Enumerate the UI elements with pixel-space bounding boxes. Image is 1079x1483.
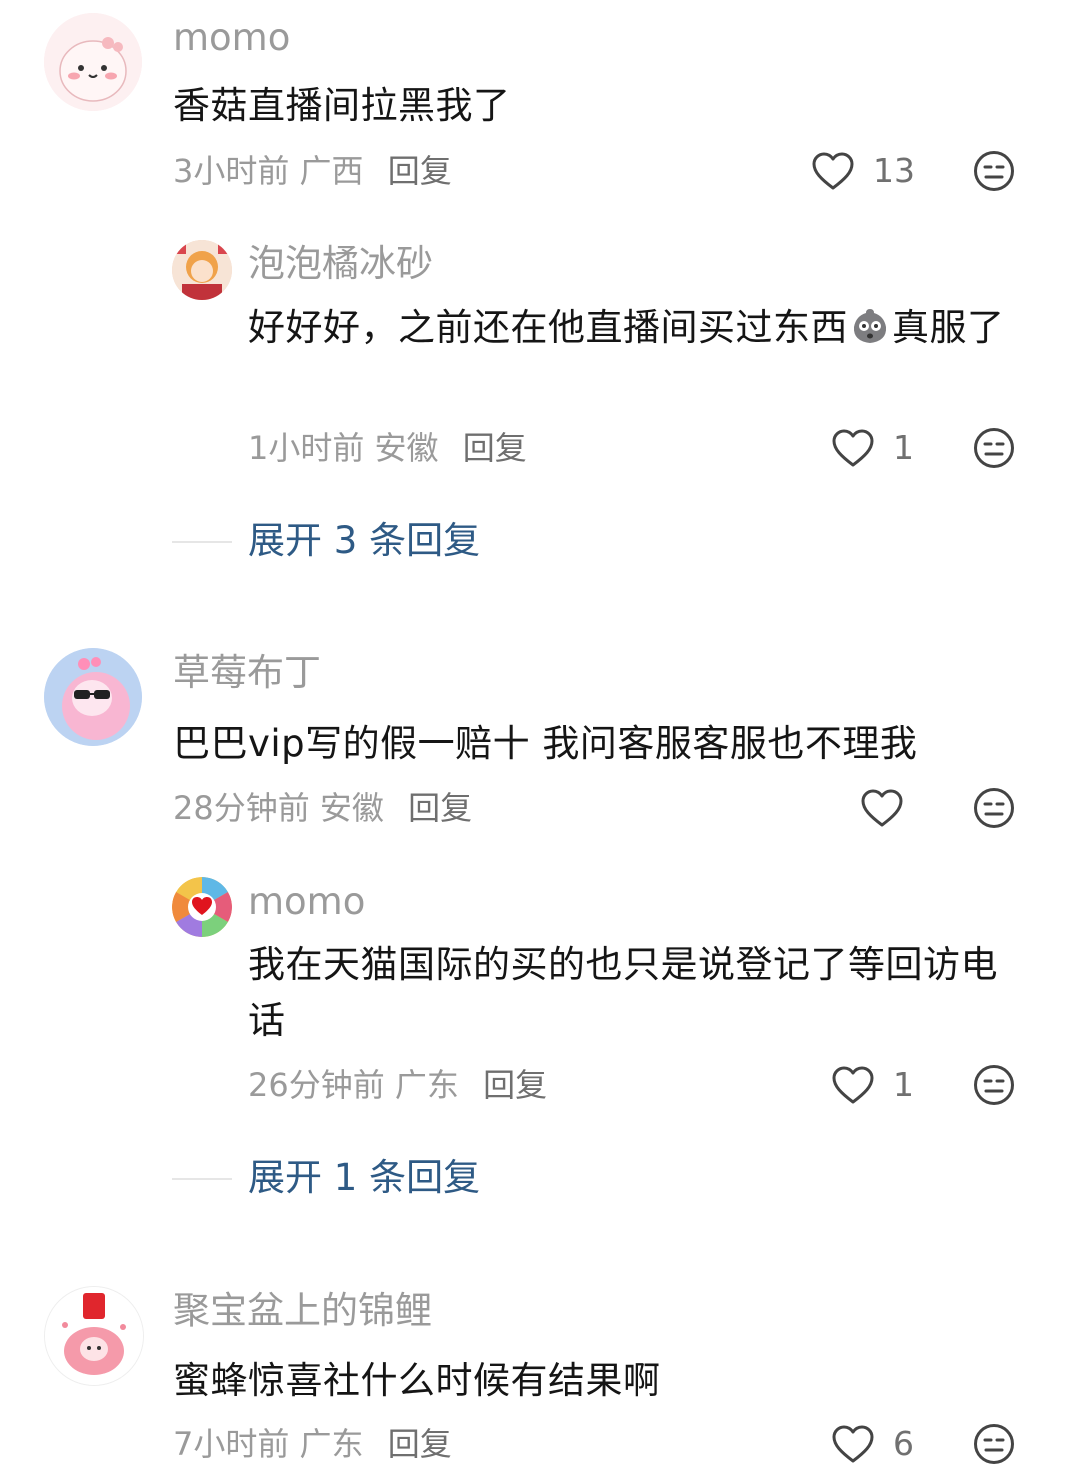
reply-text: 我在天猫国际的买的也只是说登记了等回访电话 (248, 943, 998, 1042)
comment-time: 3小时前 (173, 152, 290, 190)
divider (172, 1178, 232, 1180)
reply-username[interactable]: momo (248, 880, 365, 924)
comment-meta: 28分钟前 安徽 回复 (173, 788, 472, 828)
comment-text: 香菇直播间拉黑我了 (173, 84, 511, 127)
reply-button[interactable]: 回复 (483, 1066, 547, 1104)
avatar[interactable] (44, 13, 142, 111)
divider (172, 541, 232, 543)
dislike-button[interactable] (973, 1064, 1015, 1106)
avatar[interactable] (44, 648, 142, 746)
shocked-face-emoji (850, 306, 890, 346)
reply-location: 安徽 (374, 429, 439, 467)
reply-button[interactable]: 回复 (463, 429, 527, 467)
comment-username[interactable]: 聚宝盆上的锦鲤 (173, 1289, 432, 1333)
reply-time: 1小时前 (248, 429, 365, 467)
meh-face-icon (974, 428, 1014, 468)
reply-meta: 1小时前 安徽 回复 (248, 428, 527, 468)
meh-face-icon (974, 151, 1014, 191)
heart-outline-icon (831, 1424, 875, 1464)
comment-time: 7小时前 (173, 1425, 290, 1463)
comment-username[interactable]: 草莓布丁 (173, 651, 321, 695)
reply-meta: 26分钟前 广东 回复 (248, 1065, 547, 1105)
comment-location: 广东 (299, 1425, 364, 1463)
reply-text: 好好好，之前还在他直播间买过东西 真服了 (248, 300, 1018, 356)
reply-button[interactable]: 回复 (408, 789, 472, 827)
comment-text: 巴巴vip写的假一赔十 我问客服客服也不理我 (173, 722, 918, 765)
avatar[interactable] (44, 1286, 144, 1386)
dislike-button[interactable] (973, 787, 1015, 829)
reply-text-part: 真服了 (892, 306, 1005, 349)
comment-text: 蜜蜂惊喜社什么时候有结果啊 (173, 1359, 661, 1402)
avatar[interactable] (172, 877, 232, 937)
heart-outline-icon (860, 788, 904, 828)
reply-time: 26分钟前 (248, 1066, 385, 1104)
heart-outline-icon (831, 428, 875, 468)
dislike-button[interactable] (973, 1423, 1015, 1465)
like-count: 1 (893, 1065, 914, 1104)
reply-text-part: 好好好，之前还在他直播间买过东西 (248, 306, 848, 349)
heart-outline-icon (831, 1065, 875, 1105)
reply-button[interactable]: 回复 (388, 1425, 452, 1463)
like-button[interactable]: 13 (811, 151, 915, 191)
dislike-button[interactable] (973, 150, 1015, 192)
like-button[interactable] (860, 788, 922, 828)
comment-username[interactable]: momo (173, 16, 290, 60)
expand-replies-button[interactable]: 展开 3 条回复 (248, 517, 480, 565)
like-count: 13 (873, 151, 915, 190)
heart-outline-icon (811, 151, 855, 191)
like-count: 1 (893, 428, 914, 467)
comment-time: 28分钟前 (173, 789, 310, 827)
meh-face-icon (974, 1065, 1014, 1105)
like-button[interactable]: 1 (831, 428, 914, 468)
like-button[interactable]: 6 (831, 1424, 914, 1464)
meh-face-icon (974, 788, 1014, 828)
like-count: 6 (893, 1424, 914, 1463)
meh-face-icon (974, 1424, 1014, 1464)
reply-location: 广东 (394, 1066, 459, 1104)
reply-username[interactable]: 泡泡橘冰砂 (248, 242, 433, 286)
expand-replies-button[interactable]: 展开 1 条回复 (248, 1154, 480, 1202)
dislike-button[interactable] (973, 427, 1015, 469)
comment-location: 广西 (299, 152, 364, 190)
like-button[interactable]: 1 (831, 1065, 914, 1105)
comment-location: 安徽 (319, 789, 384, 827)
reply-button[interactable]: 回复 (388, 152, 452, 190)
comment-meta: 7小时前 广东 回复 (173, 1424, 452, 1464)
avatar[interactable] (172, 240, 232, 300)
comment-meta: 3小时前 广西 回复 (173, 151, 452, 191)
